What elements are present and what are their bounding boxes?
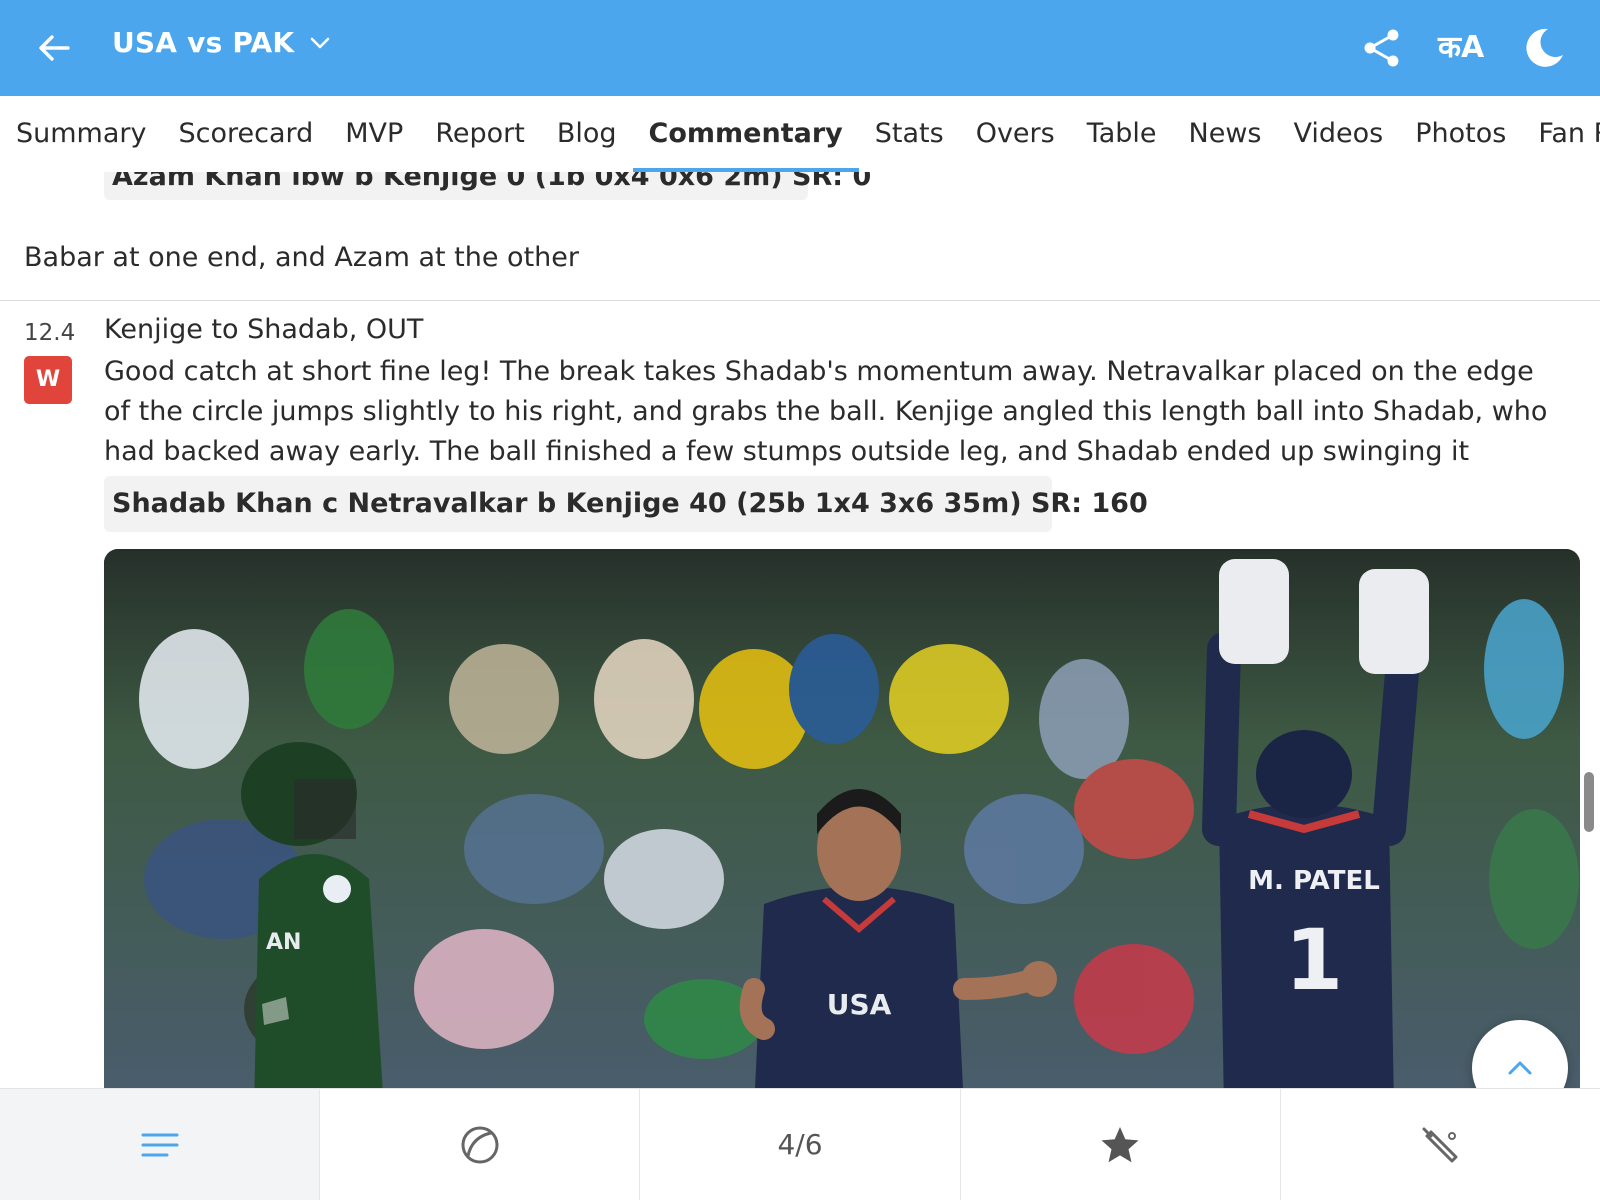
tab-scorecard[interactable]: Scorecard — [162, 96, 329, 172]
commentary-note: Babar at one end, and Azam at the other — [24, 242, 579, 273]
cricket-ball-icon — [461, 1126, 499, 1163]
scrollbar-thumb[interactable] — [1584, 772, 1594, 832]
commentary-feed: Azam Khan lbw b Kenjige 0 (1b 0x4 0x6 2m… — [0, 172, 1600, 1088]
tab-commentary[interactable]: Commentary — [632, 96, 859, 172]
wicket-badge: W — [24, 356, 72, 404]
nav-commentary-button[interactable] — [0, 1089, 321, 1200]
star-icon — [1101, 1126, 1139, 1162]
nav-favorite-button[interactable] — [961, 1089, 1281, 1200]
tab-stats[interactable]: Stats — [859, 96, 960, 172]
chevron-down-icon — [311, 37, 330, 48]
match-title: USA vs PAK — [112, 26, 295, 59]
over-ball-number: 12.4 — [24, 320, 76, 346]
menu-lines-icon — [141, 1133, 179, 1156]
page-indicator-label: 4/6 — [777, 1128, 823, 1161]
arrow-left-icon — [39, 35, 70, 61]
tab-summary[interactable]: Summary — [0, 96, 162, 172]
tab-blog[interactable]: Blog — [541, 96, 633, 172]
tab-mvp[interactable]: MVP — [329, 96, 419, 172]
ball-headline: Kenjige to Shadab, OUT — [104, 314, 424, 345]
keeper-jersey-name: M. PATEL — [1248, 866, 1380, 896]
nav-batting-button[interactable] — [1281, 1089, 1600, 1200]
tab-fan-ra[interactable]: Fan Ra — [1522, 96, 1600, 172]
app-bar: USA vs PAK कA — [0, 0, 1600, 96]
language-toggle-button[interactable]: कA — [1438, 26, 1496, 70]
chevron-up-icon — [1508, 1061, 1532, 1075]
moon-icon — [1526, 28, 1563, 67]
keeper-jersey-number: 1 — [1285, 911, 1343, 1009]
celebration-photo-illustration: AN USA M. PATEL 1 — [104, 549, 1580, 1088]
tab-report[interactable]: Report — [419, 96, 541, 172]
tab-overs[interactable]: Overs — [960, 96, 1071, 172]
nav-ball-button[interactable] — [320, 1089, 641, 1200]
tab-news[interactable]: News — [1173, 96, 1278, 172]
tab-videos[interactable]: Videos — [1278, 96, 1400, 172]
nav-page-indicator[interactable]: 4/6 — [640, 1089, 961, 1200]
back-button[interactable] — [34, 28, 74, 68]
tab-table[interactable]: Table — [1071, 96, 1173, 172]
divider — [0, 300, 1600, 301]
pak-jersey-text: AN — [266, 930, 301, 955]
commentary-photo[interactable]: AN USA M. PATEL 1 — [104, 549, 1580, 1088]
share-icon — [1364, 29, 1399, 67]
dismissal-summary: Shadab Khan c Netravalkar b Kenjige 40 (… — [104, 476, 1148, 532]
bottom-navigation: 4/6 — [0, 1088, 1600, 1200]
previous-dismissal-summary: Azam Khan lbw b Kenjige 0 (1b 0x4 0x6 2m… — [104, 172, 871, 200]
usa-jersey-text: USA — [827, 988, 892, 1021]
match-selector[interactable]: USA vs PAK — [112, 26, 332, 59]
tab-photos[interactable]: Photos — [1399, 96, 1522, 172]
cricket-bat-icon — [1422, 1127, 1458, 1162]
share-button[interactable] — [1360, 26, 1404, 70]
theme-toggle-button[interactable] — [1522, 26, 1566, 70]
match-tabs: Summary Scorecard MVP Report Blog Commentary S… — [0, 96, 1600, 172]
